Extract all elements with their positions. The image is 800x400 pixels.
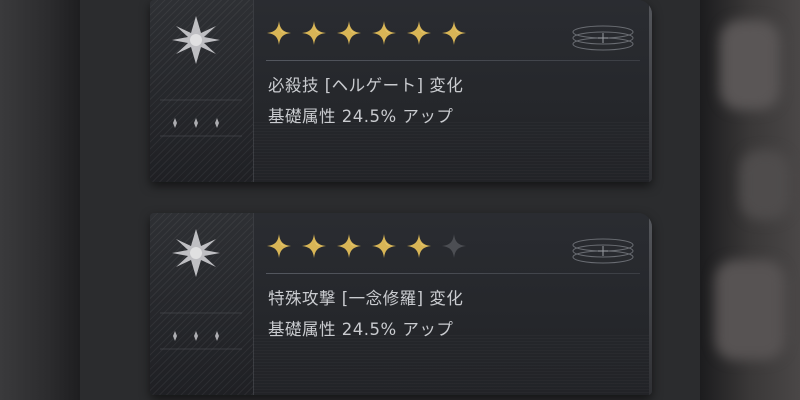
upgrade-card[interactable]: 特殊攻撃 [一念修羅] 変化 基礎属性 24.5% アップ [150, 213, 652, 395]
star-icon [372, 21, 396, 45]
rings-icon [572, 238, 634, 264]
star-icon [407, 21, 431, 45]
star-icon [337, 21, 361, 45]
background-left [0, 0, 80, 400]
star-icon [407, 234, 431, 258]
star-icon [267, 234, 291, 258]
card-emblem [150, 0, 254, 182]
star-icon [337, 234, 361, 258]
star-icon [267, 21, 291, 45]
star-icon [302, 21, 326, 45]
emblem-star-icon [172, 229, 220, 277]
star-icon [372, 234, 396, 258]
star-rating [266, 233, 467, 259]
background-right [700, 0, 800, 400]
card-texture [253, 335, 652, 395]
divider [266, 60, 640, 61]
emblem-star-icon [172, 16, 220, 64]
skill-change-text: 特殊攻撃 [一念修羅] 変化 [268, 289, 464, 308]
star-icon [442, 21, 466, 45]
card-edge [649, 0, 652, 182]
rings-icon [572, 25, 634, 51]
skill-change-text: 必殺技 [ヘルゲート] 変化 [268, 76, 464, 95]
card-emblem [150, 213, 254, 395]
divider [266, 273, 640, 274]
card-edge [649, 213, 652, 395]
star-rating [266, 20, 467, 46]
upgrade-card[interactable]: 必殺技 [ヘルゲート] 変化 基礎属性 24.5% アップ [150, 0, 652, 182]
star-icon [302, 234, 326, 258]
star-icon [442, 234, 466, 258]
card-texture [253, 122, 652, 182]
